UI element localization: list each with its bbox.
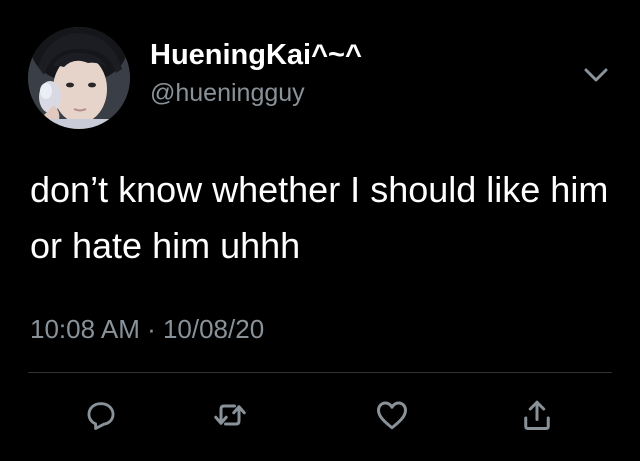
share-icon [519,397,555,433]
tweet-timestamp[interactable]: 10:08 AM · 10/08/20 [30,313,264,345]
divider [28,372,612,373]
user-handle[interactable]: @hueningguy [150,78,305,108]
retweet-button[interactable] [208,393,252,437]
reply-button[interactable] [79,393,123,437]
retweet-icon [212,397,248,433]
chevron-down-icon[interactable] [582,64,610,86]
reply-icon [84,398,118,432]
avatar-image [28,27,130,129]
like-button[interactable] [370,393,414,437]
display-name[interactable]: HueningKai^~^ [150,38,362,72]
tweet-text: don’t know whether I should like him or … [30,169,609,266]
heart-icon [374,397,410,433]
share-button[interactable] [515,393,559,437]
tweet-card: HueningKai^~^ @hueningguy don’t know whe… [0,0,640,461]
avatar[interactable] [28,27,130,129]
